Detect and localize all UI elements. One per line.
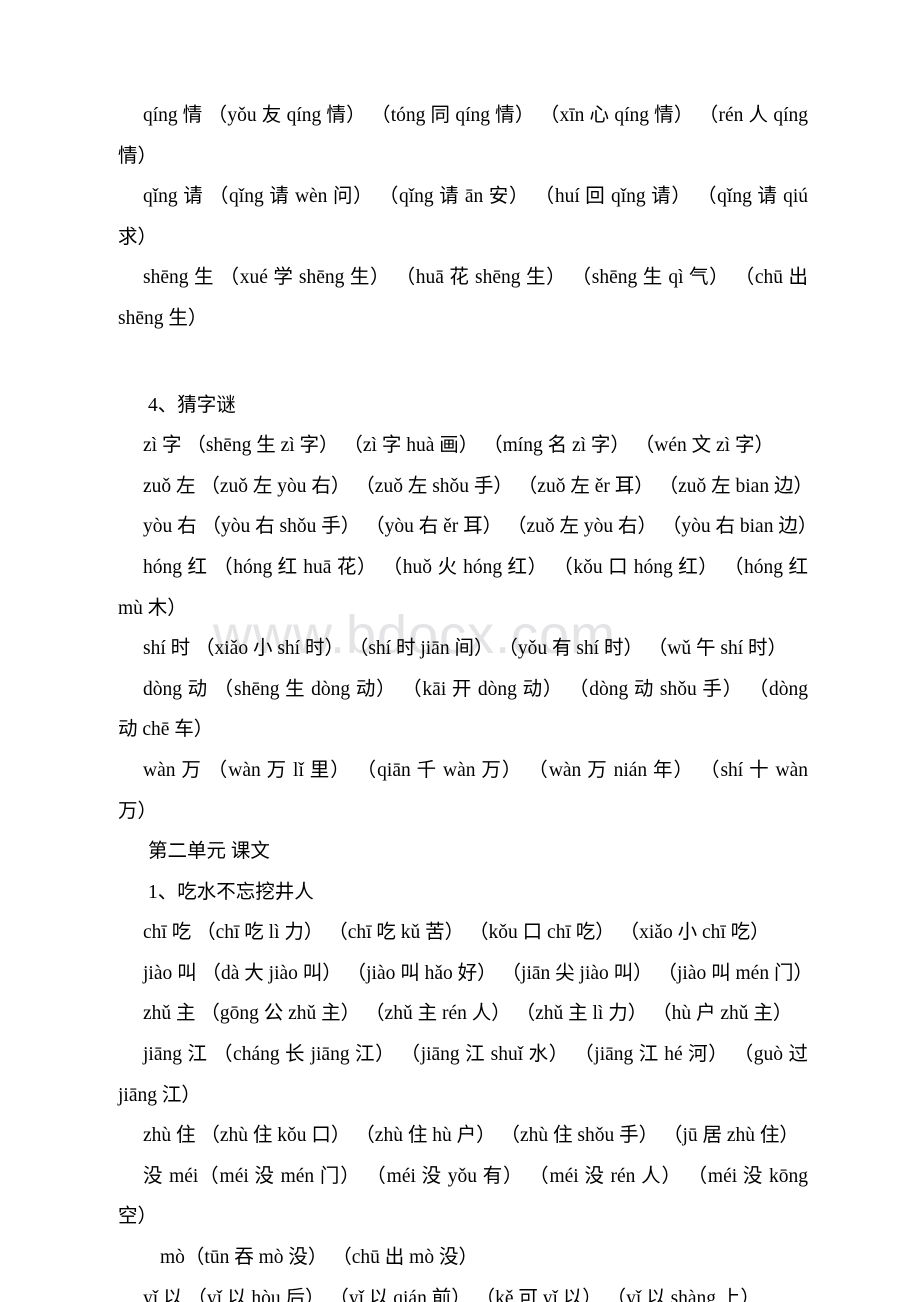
vocabulary-line: wàn 万 （wàn 万 lǐ 里） （qiān 千 wàn 万） （wàn 万… <box>118 759 808 822</box>
vocabulary-line: mò（tūn 吞 mò 没） （chū 出 mò 没） <box>160 1247 478 1269</box>
vocabulary-line: shēng 生 （xué 学 shēng 生） （huā 花 shēng 生） … <box>118 267 808 329</box>
vocabulary-line: jiào 叫 （dà 大 jiào 叫） （jiào 叫 hǎo 好） （jiā… <box>143 962 813 984</box>
vocabulary-line: dòng 动 （shēng 生 dòng 动） （kāi 开 dòng 动） （… <box>118 678 808 741</box>
vocabulary-line: zuǒ 左 （zuǒ 左 yòu 右） （zuǒ 左 shǒu 手） （zuǒ … <box>143 475 813 497</box>
vocabulary-line: jiāng 江 （cháng 长 jiāng 江） （jiāng 江 shuǐ … <box>118 1044 808 1106</box>
vocabulary-line: shí 时 （xiǎo 小 shí 时） （shí 时 jiān 间） （yǒu… <box>143 638 788 660</box>
vocabulary-line: qǐng 请 （qǐng 请 wèn 问） （qǐng 请 ān 安） （huí… <box>118 186 808 248</box>
vocabulary-line: 没 méi（méi 没 mén 门） （méi 没 yǒu 有） （méi 没 … <box>118 1165 808 1228</box>
document-page: www.bdocx.com qíng 情 （yǒu 友 qíng 情） （tón… <box>0 0 920 1302</box>
document-body: qíng 情 （yǒu 友 qíng 情） （tóng 同 qíng 情） （x… <box>118 96 818 1302</box>
vocabulary-line: chī 吃 （chī 吃 lì 力） （chī 吃 kǔ 苦） （kǒu 口 c… <box>143 922 770 944</box>
vocabulary-line: qíng 情 （yǒu 友 qíng 情） （tóng 同 qíng 情） （x… <box>118 105 808 167</box>
vocabulary-line: yǐ 以 （yǐ 以 hòu 后） （yǐ 以 qián 前） （kě 可 yǐ… <box>143 1287 760 1302</box>
section-heading: 第二单元 课文 <box>148 841 270 863</box>
section-heading: 4、猜字谜 <box>148 394 236 416</box>
section-heading: 1、吃水不忘挖井人 <box>148 881 314 903</box>
vocabulary-line: zhù 住 （zhù 住 kǒu 口） （zhù 住 hù 户） （zhù 住 … <box>143 1125 799 1147</box>
vocabulary-line: hóng 红 （hóng 红 huā 花） （huǒ 火 hóng 红） （kǒ… <box>118 556 808 619</box>
vocabulary-line: zì 字 （shēng 生 zì 字） （zì 字 huà 画） （míng 名… <box>143 435 774 457</box>
vocabulary-line: yòu 右 （yòu 右 shǒu 手） （yòu 右 ěr 耳） （zuǒ 左… <box>143 516 818 538</box>
vocabulary-line: zhǔ 主 （gōng 公 zhǔ 主） （zhǔ 主 rén 人） （zhǔ … <box>143 1003 793 1025</box>
